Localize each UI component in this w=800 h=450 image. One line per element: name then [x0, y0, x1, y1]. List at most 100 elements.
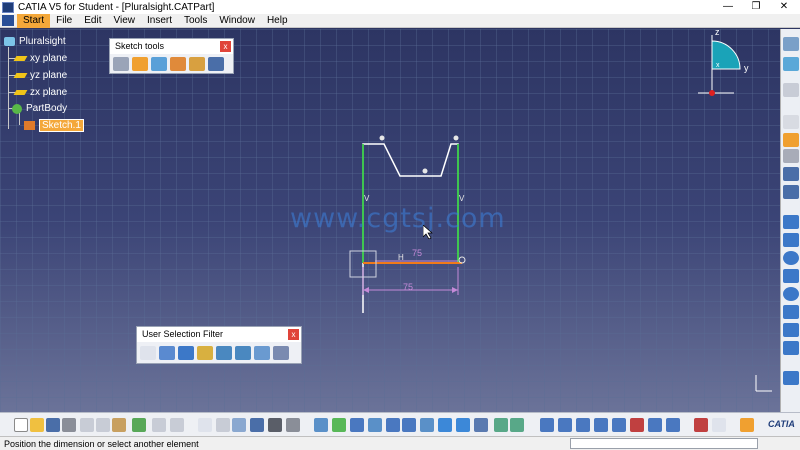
sketch-tools-close-button[interactable]: x	[220, 41, 231, 52]
pick-icon[interactable]	[594, 418, 608, 432]
menu-insert[interactable]: Insert	[141, 14, 178, 28]
sketch-tools-toolbar[interactable]: Sketch tools x	[109, 38, 234, 74]
feature-filter-icon[interactable]	[216, 345, 232, 360]
rectangle-icon[interactable]	[783, 233, 799, 247]
sketch-canvas[interactable]: 75 75 H V V www.cgtsj.com z y x	[0, 27, 780, 412]
vertex-point[interactable]	[453, 135, 459, 141]
copy-icon[interactable]	[96, 418, 110, 432]
pan-icon[interactable]	[350, 418, 364, 432]
formula-icon[interactable]	[198, 418, 212, 432]
select-icon[interactable]	[783, 83, 799, 97]
edit-icon[interactable]	[783, 149, 799, 163]
selection-filter-close-button[interactable]: x	[288, 329, 299, 340]
tree-node-xy-plane[interactable]: xy plane	[13, 53, 67, 64]
print-icon[interactable]	[62, 418, 76, 432]
corner-icon[interactable]	[783, 371, 799, 385]
snap-to-point-icon[interactable]	[132, 56, 148, 71]
rotate-icon[interactable]	[368, 418, 382, 432]
constraint-vertical-left[interactable]: V	[364, 194, 369, 203]
open-file-icon[interactable]	[30, 418, 44, 432]
views-icon[interactable]	[456, 418, 470, 432]
constraint-horizontal[interactable]: H	[398, 253, 404, 262]
volume-filter-icon[interactable]	[197, 345, 213, 360]
geometrical-constraints-icon[interactable]	[170, 56, 186, 71]
dimension-label-overall[interactable]: 75	[403, 282, 413, 292]
menu-view[interactable]: View	[107, 14, 141, 28]
selection-filter-title[interactable]: User Selection Filter x	[137, 327, 301, 342]
menu-window[interactable]: Window	[213, 14, 261, 28]
shading-icon[interactable]	[474, 418, 488, 432]
swap-icon[interactable]	[694, 418, 708, 432]
sketch-tools-title[interactable]: Sketch tools x	[110, 39, 233, 54]
spline-icon[interactable]	[783, 215, 799, 229]
sketch-icon[interactable]	[783, 57, 799, 71]
box-icon[interactable]	[783, 133, 799, 147]
exit-workbench-icon[interactable]	[783, 37, 799, 51]
circle-icon[interactable]	[783, 251, 799, 265]
vertex-point[interactable]	[422, 168, 428, 174]
tree-node-partbody[interactable]: PartBody	[12, 103, 67, 114]
swap-visible-icon[interactable]	[510, 418, 524, 432]
user-selection-filter-toolbar[interactable]: User Selection Filter x	[136, 326, 302, 364]
diagnosis-icon[interactable]	[576, 418, 590, 432]
vertex-point[interactable]	[379, 135, 385, 141]
measure-icon[interactable]	[286, 418, 300, 432]
dimensional-constraints-icon[interactable]	[189, 56, 205, 71]
surface-filter-icon[interactable]	[178, 345, 194, 360]
save-icon[interactable]	[46, 418, 60, 432]
normal-view-icon[interactable]	[420, 418, 434, 432]
dark-icon[interactable]	[268, 418, 282, 432]
table-icon[interactable]	[232, 418, 246, 432]
zoom-out-icon[interactable]	[402, 418, 416, 432]
menu-tools[interactable]: Tools	[178, 14, 213, 28]
cut-part-icon[interactable]	[558, 418, 572, 432]
view-icon[interactable]	[250, 418, 264, 432]
close-window-button[interactable]: ✕	[770, 0, 798, 14]
line-icon[interactable]	[783, 305, 799, 319]
pointer-icon[interactable]	[630, 418, 644, 432]
iso-view-icon[interactable]	[438, 418, 452, 432]
quick-select-icon[interactable]	[273, 345, 289, 360]
tree-node-zx-plane[interactable]: zx plane	[13, 87, 67, 98]
grid-toggle-icon[interactable]	[740, 418, 754, 432]
arc-icon[interactable]	[783, 269, 799, 283]
curve-filter-icon[interactable]	[159, 345, 175, 360]
help-icon[interactable]	[170, 418, 184, 432]
constraint-vertical-right[interactable]: V	[459, 194, 464, 203]
zoom-in-icon[interactable]	[386, 418, 400, 432]
power-input-field[interactable]	[570, 438, 758, 449]
tool-filter-icon[interactable]	[254, 345, 270, 360]
sketch-solving-icon[interactable]	[666, 418, 680, 432]
drawing-icon[interactable]	[712, 418, 726, 432]
geometry-filter-icon[interactable]	[235, 345, 251, 360]
menu-edit[interactable]: Edit	[78, 14, 107, 28]
tree-node-sketch[interactable]: Sketch.1	[24, 119, 84, 132]
automatic-dimension-icon[interactable]	[208, 56, 224, 71]
minimize-button[interactable]: —	[714, 0, 742, 14]
undo-icon[interactable]	[132, 418, 146, 432]
tree-node-yz-plane[interactable]: yz plane	[13, 70, 67, 81]
dimension-icon[interactable]	[783, 185, 799, 199]
menu-start[interactable]: Start	[17, 13, 51, 28]
ellipse-icon[interactable]	[783, 287, 799, 301]
menu-file[interactable]: File	[50, 14, 78, 28]
point-filter-icon[interactable]	[140, 345, 156, 360]
new-file-icon[interactable]	[14, 418, 28, 432]
paste-icon[interactable]	[112, 418, 126, 432]
maximize-button[interactable]: ❐	[742, 0, 770, 14]
grid-visu-icon[interactable]	[612, 418, 626, 432]
hide-show-icon[interactable]	[494, 418, 508, 432]
document-icon[interactable]	[2, 15, 14, 26]
construction-element-icon[interactable]	[151, 56, 167, 71]
fit-all-icon[interactable]	[332, 418, 346, 432]
axis-icon[interactable]	[783, 323, 799, 337]
dimension-label-horizontal[interactable]: 75	[412, 248, 422, 258]
profile-visu-icon[interactable]	[648, 418, 662, 432]
grid-icon[interactable]	[113, 56, 129, 71]
constraint-icon[interactable]	[783, 167, 799, 181]
sketcher-visu-icon[interactable]	[540, 418, 554, 432]
point-icon[interactable]	[783, 341, 799, 355]
fly-icon[interactable]	[314, 418, 328, 432]
redo-icon[interactable]	[152, 418, 166, 432]
tree-node-root[interactable]: Pluralsight	[4, 36, 66, 47]
